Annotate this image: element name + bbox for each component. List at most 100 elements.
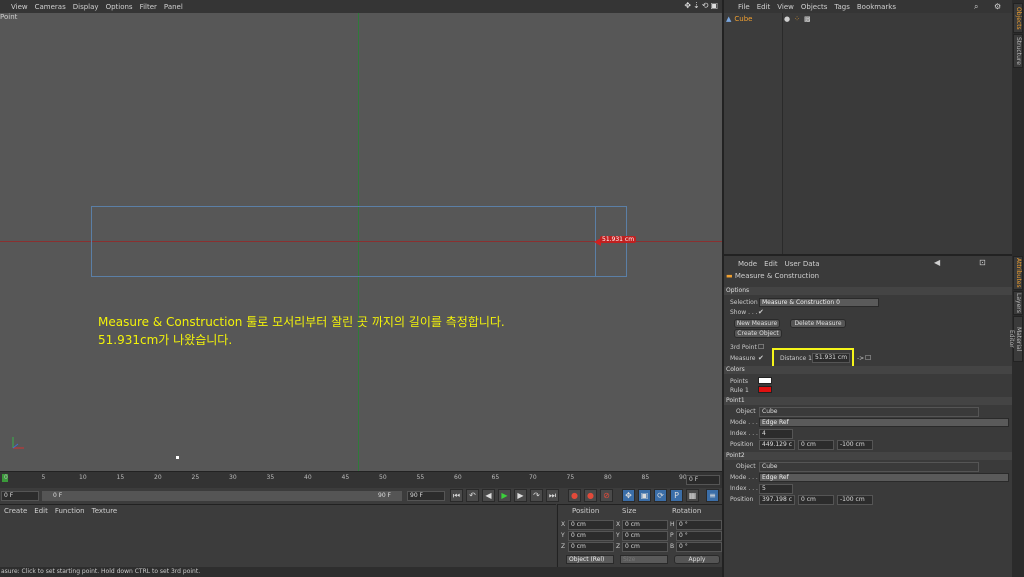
scale-key-icon[interactable]: ▣ (638, 489, 651, 502)
tab-layers[interactable]: Layers (1013, 291, 1023, 315)
p1-pos-x[interactable]: 449.129 c (759, 440, 795, 450)
options-section[interactable]: Options (724, 287, 1012, 295)
create-object-button[interactable]: Create Object (734, 329, 782, 338)
rotate-view-icon[interactable]: ⟲ (702, 1, 709, 10)
menu-texture[interactable]: Texture (92, 507, 118, 515)
p2-index-field[interactable]: 5 (759, 484, 793, 494)
apply-button[interactable]: Apply (674, 555, 720, 564)
om-menu-edit[interactable]: Edit (757, 3, 771, 11)
am-menu-mode[interactable]: Mode (738, 260, 757, 268)
menu-edit[interactable]: Edit (34, 507, 48, 515)
colors-section[interactable]: Colors (724, 366, 1012, 374)
phong-tag-icon[interactable]: ⁘ (794, 15, 800, 23)
pos-x-field[interactable]: 0 cm (568, 520, 614, 530)
start-frame-field[interactable]: 0 F (1, 491, 39, 501)
go-end-icon[interactable]: ⏭ (546, 489, 559, 502)
p2-mode-dropdown[interactable]: Edge Ref (759, 473, 1009, 482)
size-y-field[interactable]: 0 cm (622, 531, 668, 541)
om-menu-view[interactable]: View (777, 3, 794, 11)
p2-pos-z[interactable]: -100 cm (837, 495, 873, 505)
p1-mode-dropdown[interactable]: Edge Ref (759, 418, 1009, 427)
size-x-field[interactable]: 0 cm (622, 520, 668, 530)
end-frame-field[interactable]: 90 F (407, 491, 445, 501)
tab-material-editor[interactable]: Material Editor (1008, 316, 1023, 362)
object-name[interactable]: Cube (734, 15, 752, 23)
rot-p-field[interactable]: 0 ° (676, 531, 722, 541)
keyframe-selection-icon[interactable]: ⊘ (600, 489, 613, 502)
am-menu-user-data[interactable]: User Data (785, 260, 820, 268)
play-icon[interactable]: ▶ (498, 489, 511, 502)
tab-objects[interactable]: Objects (1013, 3, 1023, 33)
coord-mode-select[interactable]: Object (Rel) (566, 555, 614, 564)
om-search-icon[interactable]: ⌕ (974, 2, 978, 12)
menu-view[interactable]: View (11, 3, 28, 11)
visibility-dot-icon[interactable]: ● (784, 15, 790, 23)
pos-key-icon[interactable]: ✥ (622, 489, 635, 502)
p2-pos-y[interactable]: 0 cm (798, 495, 834, 505)
menu-filter[interactable]: Filter (140, 3, 157, 11)
autokey-icon[interactable]: ● (584, 489, 597, 502)
p2-pos-x[interactable]: 397.198 c (759, 495, 795, 505)
p1-index-field[interactable]: 4 (759, 429, 793, 439)
om-menu-file[interactable]: File (738, 3, 750, 11)
object-tree[interactable]: ▲ Cube (724, 13, 783, 254)
points-color-swatch[interactable] (758, 377, 772, 384)
show-checkbox-icon[interactable]: ✔ (758, 308, 764, 316)
p1-object-link[interactable]: Cube (759, 407, 979, 417)
pos-z-field[interactable]: 0 cm (568, 542, 614, 552)
record-icon[interactable]: ● (568, 489, 581, 502)
rot-key-icon[interactable]: ⟳ (654, 489, 667, 502)
prev-frame-icon[interactable]: ◀ (482, 489, 495, 502)
maximize-view-icon[interactable]: ▣ (710, 1, 718, 10)
delete-measure-button[interactable]: Delete Measure (790, 319, 846, 328)
prev-key-icon[interactable]: ↶ (466, 489, 479, 502)
selection-dropdown[interactable]: Measure & Construction 0 (759, 298, 879, 307)
menu-display[interactable]: Display (73, 3, 99, 11)
p1-pos-z[interactable]: -100 cm (837, 440, 873, 450)
zoom-view-icon[interactable]: ⇣ (693, 1, 700, 10)
menu-cameras[interactable]: Cameras (35, 3, 66, 11)
move-view-icon[interactable]: ✥ (684, 1, 691, 10)
tab-attributes[interactable]: Attributes (1013, 256, 1023, 290)
rot-h-field[interactable]: 0 ° (676, 520, 722, 530)
viewport[interactable]: Point 51.931 cm Measure & Construction 툴… (0, 13, 722, 471)
pla-key-icon[interactable]: ▦ (686, 489, 699, 502)
menu-options[interactable]: Options (106, 3, 133, 11)
texture-tag-icon[interactable]: ▩ (804, 15, 811, 23)
am-menu-edit[interactable]: Edit (764, 260, 778, 268)
back-arrow-icon[interactable]: ◀ (934, 258, 940, 267)
timeline-ruler[interactable]: 0 5 10 15 20 25 30 35 40 45 50 55 60 65 70 75 80 85 90 0 F (0, 471, 722, 488)
om-menu-tags[interactable]: Tags (834, 3, 850, 11)
p2-object-link[interactable]: Cube (759, 462, 979, 472)
pos-y-field[interactable]: 0 cm (568, 531, 614, 541)
om-menu-objects[interactable]: Objects (801, 3, 827, 11)
point2-section[interactable]: Point2 (724, 452, 1012, 460)
next-frame-icon[interactable]: ▶ (514, 489, 527, 502)
menu-function[interactable]: Function (55, 507, 85, 515)
tab-structure[interactable]: Structure (1013, 34, 1023, 68)
p1-pos-y[interactable]: 0 cm (798, 440, 834, 450)
timeline-menu-icon[interactable]: ≡ (706, 489, 719, 502)
go-start-icon[interactable]: ⏮ (450, 489, 463, 502)
rot-b-field[interactable]: 0 ° (676, 542, 722, 552)
coord-size-select[interactable]: Size (620, 555, 668, 564)
point1-section[interactable]: Point1 (724, 397, 1012, 405)
lock-icon[interactable]: ⊡ (979, 258, 986, 267)
third-point-checkbox[interactable]: ☐ (758, 343, 764, 351)
param-key-icon[interactable]: P (670, 489, 683, 502)
range-slider[interactable]: 0 F 90 F (42, 491, 402, 501)
distance-checkbox[interactable]: ☐ (865, 354, 871, 362)
menu-panel[interactable]: Panel (164, 3, 183, 11)
object-row-cube[interactable]: ▲ Cube (726, 15, 752, 23)
om-menu-bookmarks[interactable]: Bookmarks (857, 3, 896, 11)
rule-color-swatch[interactable] (758, 386, 772, 393)
distance-field[interactable]: 51.931 cm (812, 353, 850, 363)
new-measure-button[interactable]: New Measure (734, 319, 780, 328)
menu-create[interactable]: Create (4, 507, 27, 515)
current-frame-field[interactable]: 0 F (686, 475, 720, 485)
rot-p-label: P (670, 532, 674, 539)
measure-checkbox-icon[interactable]: ✔ (758, 354, 764, 362)
size-z-field[interactable]: 0 cm (622, 542, 668, 552)
om-settings-icon[interactable]: ⚙ (994, 2, 1001, 11)
next-key-icon[interactable]: ↷ (530, 489, 543, 502)
